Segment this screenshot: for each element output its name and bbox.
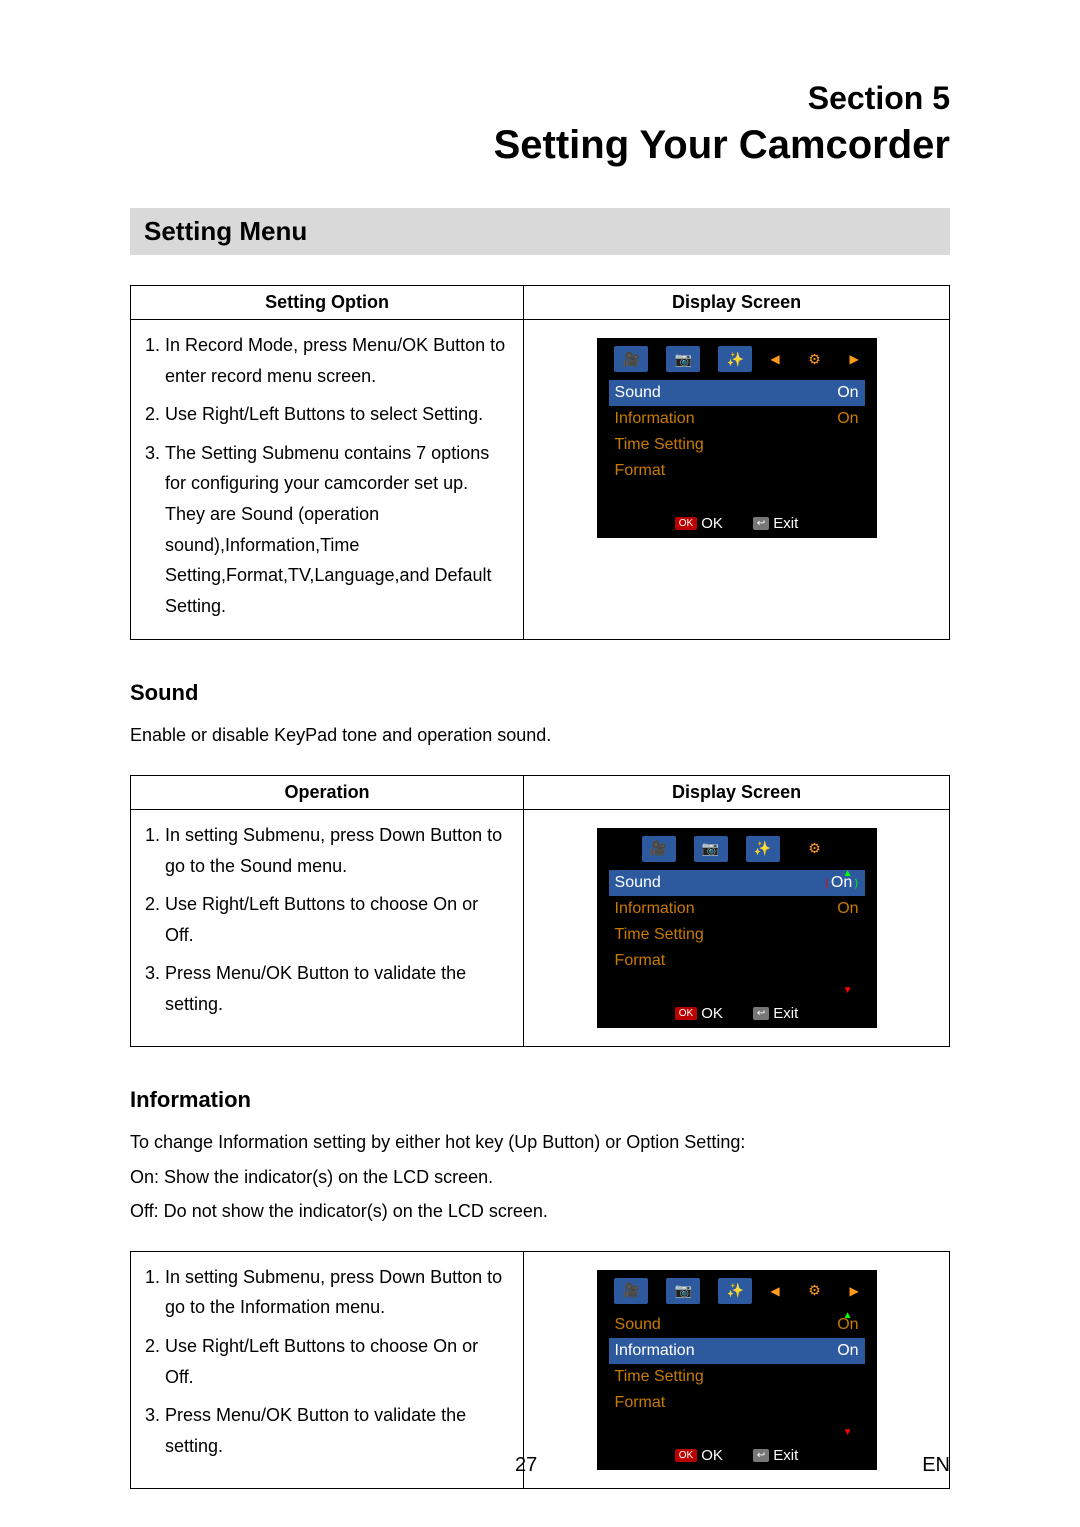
sound-operation-cell: In setting Submenu, press Down Button to… bbox=[131, 809, 524, 1046]
manual-page: Section 5 Setting Your Camcorder Setting… bbox=[0, 0, 1080, 1527]
video-icon: 🎥 bbox=[614, 1278, 648, 1304]
menu-row-information: InformationOn bbox=[609, 406, 865, 432]
menu-row-sound: SoundOn bbox=[609, 380, 865, 406]
information-operation-cell: In setting Submenu, press Down Button to… bbox=[131, 1251, 524, 1488]
section-number: Section 5 bbox=[130, 80, 950, 117]
screen-tabbar: 🎥 📷 ✨ ◀ ⚙ ▶ bbox=[597, 1270, 877, 1304]
menu-row-time-setting: Time Setting bbox=[609, 432, 865, 458]
sound-heading: Sound bbox=[130, 680, 950, 706]
screen-tabbar: 🎥 📷 ✨ ◀ ⚙ ▶ bbox=[597, 338, 877, 372]
screen-menu-list: SoundOn InformationOn Time Setting Forma… bbox=[609, 1312, 865, 1416]
gear-icon: ⚙ bbox=[798, 836, 832, 862]
information-heading: Information bbox=[130, 1087, 950, 1113]
camcorder-screen: 🎥 📷 ✨ ⚙ ▲ SoundOn InformationOn Time Set… bbox=[597, 828, 877, 1028]
setting-option-table: Setting Option Display Screen In Record … bbox=[130, 285, 950, 640]
screen-tabbar: 🎥 📷 ✨ ⚙ bbox=[597, 828, 877, 862]
video-icon: 🎥 bbox=[642, 836, 676, 862]
list-item: The Setting Submenu contains 7 options f… bbox=[165, 438, 511, 622]
list-item: In setting Submenu, press Down Button to… bbox=[165, 820, 511, 881]
list-item: Press Menu/OK Button to validate the set… bbox=[165, 1400, 511, 1461]
camcorder-screen: 🎥 📷 ✨ ◀ ⚙ ▶ SoundOn InformationOn Time S… bbox=[597, 338, 877, 538]
screen-footer: OKOK ↩Exit bbox=[597, 1005, 877, 1022]
display-screen-cell: 🎥 📷 ✨ ◀ ⚙ ▶ SoundOn InformationOn Time S… bbox=[524, 320, 950, 640]
setting-option-cell: In Record Mode, press Menu/OK Button to … bbox=[131, 320, 524, 640]
right-arrow-icon: ▶ bbox=[850, 1284, 859, 1298]
camera-icon: 📷 bbox=[694, 836, 728, 862]
effects-icon: ✨ bbox=[718, 1278, 752, 1304]
display-screen-cell: 🎥 📷 ✨ ⚙ ▲ SoundOn InformationOn Time Set… bbox=[524, 809, 950, 1046]
menu-row-information: InformationOn bbox=[609, 896, 865, 922]
ok-indicator: OKOK bbox=[675, 1005, 723, 1022]
exit-indicator: ↩Exit bbox=[753, 515, 798, 532]
menu-row-sound: SoundOn bbox=[609, 1312, 865, 1338]
sound-description: Enable or disable KeyPad tone and operat… bbox=[130, 720, 950, 751]
gear-icon: ⚙ bbox=[798, 1278, 832, 1304]
down-indicator-icon: ▼ bbox=[843, 985, 853, 996]
menu-row-sound: SoundOn bbox=[609, 870, 865, 896]
list-item: In setting Submenu, press Down Button to… bbox=[165, 1262, 511, 1323]
section-title: Setting Your Camcorder bbox=[130, 123, 950, 168]
menu-row-time-setting: Time Setting bbox=[609, 1364, 865, 1390]
up-indicator-icon: ▲ bbox=[843, 868, 853, 879]
display-screen-cell: 🎥 📷 ✨ ◀ ⚙ ▶ ▲ SoundOn InformationOn Time… bbox=[524, 1251, 950, 1488]
list-item: Press Menu/OK Button to validate the set… bbox=[165, 958, 511, 1019]
up-indicator-icon: ▲ bbox=[843, 1310, 853, 1321]
page-footer: 27 EN bbox=[0, 1454, 1080, 1477]
ok-indicator: OKOK bbox=[675, 515, 723, 532]
effects-icon: ✨ bbox=[718, 346, 752, 372]
page-number: 27 bbox=[130, 1454, 922, 1477]
video-icon: 🎥 bbox=[614, 346, 648, 372]
sound-operation-table: Operation Display Screen In setting Subm… bbox=[130, 775, 950, 1047]
list-item: Use Right/Left Buttons to choose On or O… bbox=[165, 889, 511, 950]
header-setting-option: Setting Option bbox=[131, 286, 524, 320]
camera-icon: 📷 bbox=[666, 1278, 700, 1304]
header-display-screen: Display Screen bbox=[524, 775, 950, 809]
menu-row-time-setting: Time Setting bbox=[609, 922, 865, 948]
right-arrow-icon: ▶ bbox=[850, 352, 859, 366]
list-item: Use Right/Left Buttons to choose On or O… bbox=[165, 1331, 511, 1392]
effects-icon: ✨ bbox=[746, 836, 780, 862]
down-indicator-icon: ▼ bbox=[843, 1427, 853, 1438]
list-item: Use Right/Left Buttons to select Setting… bbox=[165, 399, 511, 430]
gear-icon: ⚙ bbox=[798, 346, 832, 372]
camera-icon: 📷 bbox=[666, 346, 700, 372]
screen-menu-list: SoundOn InformationOn Time Setting Forma… bbox=[609, 380, 865, 484]
exit-indicator: ↩Exit bbox=[753, 1005, 798, 1022]
left-arrow-icon: ◀ bbox=[770, 1284, 779, 1298]
header-display-screen: Display Screen bbox=[524, 286, 950, 320]
list-item: In Record Mode, press Menu/OK Button to … bbox=[165, 330, 511, 391]
left-arrow-icon: ◀ bbox=[770, 352, 779, 366]
camcorder-screen: 🎥 📷 ✨ ◀ ⚙ ▶ ▲ SoundOn InformationOn Time… bbox=[597, 1270, 877, 1470]
menu-row-format: Format bbox=[609, 948, 865, 974]
menu-row-information: InformationOn bbox=[609, 1338, 865, 1364]
setting-menu-heading: Setting Menu bbox=[130, 208, 950, 255]
screen-footer: OKOK ↩Exit bbox=[597, 515, 877, 532]
menu-row-format: Format bbox=[609, 458, 865, 484]
menu-row-format: Format bbox=[609, 1390, 865, 1416]
header-operation: Operation bbox=[131, 775, 524, 809]
screen-menu-list: SoundOn InformationOn Time Setting Forma… bbox=[609, 870, 865, 974]
information-description: To change Information setting by either … bbox=[130, 1127, 950, 1227]
language-code: EN bbox=[922, 1454, 950, 1477]
